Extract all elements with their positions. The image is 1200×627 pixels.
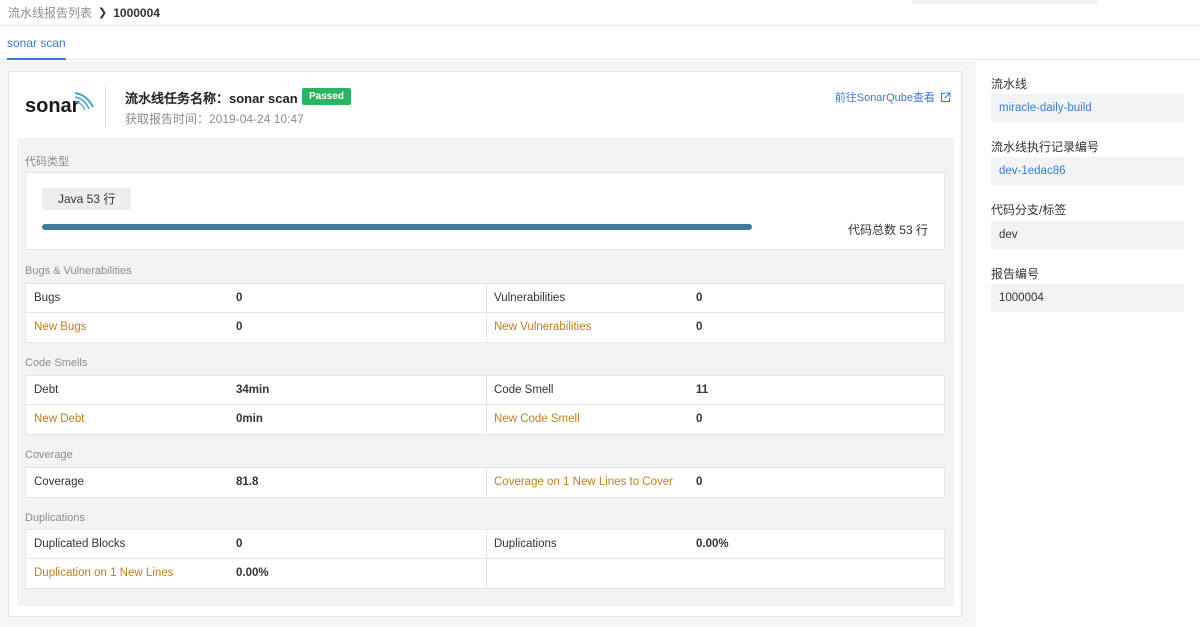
metric-value: 0 bbox=[696, 476, 703, 488]
fetch-time: 获取报告时间：2019-04-24 10:47 bbox=[125, 112, 304, 126]
record-link[interactable]: dev-1edac86 bbox=[991, 157, 1184, 185]
tab-bar: sonar scan bbox=[0, 26, 1200, 60]
section-label-languages: 代码类型 bbox=[25, 156, 69, 168]
metric-row: New Bugs 0 New Vulnerabilities 0 bbox=[26, 313, 944, 342]
metric-name: Duplicated Blocks bbox=[34, 538, 126, 550]
metric-row: Duplicated Blocks 0 Duplications 0.00% bbox=[26, 530, 944, 559]
metric-name: Vulnerabilities bbox=[494, 292, 566, 304]
metric-name: Coverage bbox=[34, 476, 84, 488]
sonar-logo: sonar bbox=[25, 92, 94, 117]
right-info-panel: 流水线 miracle-daily-build 流水线执行记录编号 dev-1e… bbox=[975, 61, 1200, 627]
metric-name: New Vulnerabilities bbox=[494, 321, 592, 333]
metric-value: 0.00% bbox=[696, 538, 729, 550]
metric-name: Duplication on 1 New Lines bbox=[34, 567, 174, 579]
metric-row: Coverage 81.8 Coverage on 1 New Lines to C… bbox=[26, 468, 944, 497]
column-divider bbox=[486, 468, 487, 497]
breadcrumb: 流水线报告列表 ❯ 1000004 bbox=[8, 4, 160, 21]
metric-name: Code Smell bbox=[494, 384, 554, 396]
pipeline-link[interactable]: miracle-daily-build bbox=[991, 94, 1184, 122]
report-card: sonar 流水线任务名称：sonar scan Passed 获取报告时间：2… bbox=[8, 71, 962, 617]
external-link-icon bbox=[940, 91, 951, 102]
metric-value: 0 bbox=[236, 538, 243, 550]
metric-row: Bugs 0 Vulnerabilities 0 bbox=[26, 284, 944, 313]
branch-value: dev bbox=[991, 221, 1184, 249]
metric-name: Coverage on 1 New Lines to Cover bbox=[494, 476, 673, 488]
metric-value: 81.8 bbox=[236, 476, 259, 488]
metric-value: 34min bbox=[236, 384, 270, 396]
metric-value: 0 bbox=[696, 292, 703, 304]
metric-row: New Debt 0min New Code Smell 0 bbox=[26, 405, 944, 434]
column-divider bbox=[486, 376, 487, 405]
column-divider bbox=[486, 313, 487, 342]
header-divider bbox=[105, 84, 106, 128]
metric-value: 0 bbox=[696, 321, 703, 333]
metric-value: 0 bbox=[236, 321, 243, 333]
coverage-table: Coverage 81.8 Coverage on 1 New Lines to C… bbox=[25, 467, 945, 498]
status-badge: Passed bbox=[302, 88, 352, 105]
total-lines: 代码总数 53 行 bbox=[847, 223, 928, 237]
metric-name: New Bugs bbox=[34, 321, 87, 333]
duplications-table: Duplicated Blocks 0 Duplications 0.00% Dupli… bbox=[25, 529, 945, 589]
metric-value: 0.00% bbox=[236, 567, 269, 579]
metric-name: Bugs bbox=[34, 292, 61, 304]
metric-value: 11 bbox=[696, 384, 709, 396]
record-label: 流水线执行记录编号 bbox=[991, 140, 1100, 154]
task-title: 流水线任务名称：sonar scan bbox=[125, 91, 298, 106]
metric-name: New Code Smell bbox=[494, 413, 580, 425]
tab-sonar-scan[interactable]: sonar scan bbox=[7, 36, 66, 60]
metric-name: Debt bbox=[34, 384, 59, 396]
chevron-right-icon: ❯ bbox=[98, 7, 108, 19]
breadcrumb-current: 1000004 bbox=[113, 5, 160, 20]
metric-value: 0min bbox=[236, 413, 263, 425]
sonar-logo-text: sonar bbox=[25, 95, 80, 117]
language-tag: Java 53 行 bbox=[42, 188, 132, 210]
column-divider bbox=[486, 284, 487, 313]
section-label-duplications: Duplications bbox=[25, 512, 85, 524]
metric-value: 0 bbox=[696, 413, 703, 425]
column-divider bbox=[486, 405, 487, 434]
report-body: 代码类型 Java 53 行 代码总数 53 行 Bugs & Vulnerab… bbox=[17, 138, 954, 606]
sonarqube-link[interactable]: 前往SonarQube查看 bbox=[835, 89, 951, 105]
report-value: 1000004 bbox=[991, 284, 1184, 312]
column-divider bbox=[486, 530, 487, 559]
section-label-smells: Code Smells bbox=[25, 357, 88, 369]
report-label: 报告编号 bbox=[991, 267, 1040, 281]
branch-label: 代码分支/标签 bbox=[991, 203, 1067, 217]
top-bar: 流水线报告列表 ❯ 1000004 bbox=[0, 0, 1200, 26]
breadcrumb-parent-link[interactable]: 流水线报告列表 bbox=[8, 4, 92, 21]
sonarqube-link-label: 前往SonarQube查看 bbox=[834, 92, 935, 104]
bugs-table: Bugs 0 Vulnerabilities 0 New Bugs 0 New Vulner… bbox=[25, 283, 945, 343]
metric-name: Duplications bbox=[494, 538, 557, 550]
top-right-placeholder bbox=[912, 0, 1098, 4]
section-label-bugs: Bugs & Vulnerabilities bbox=[25, 265, 132, 277]
metric-name: New Debt bbox=[34, 413, 85, 425]
section-label-coverage: Coverage bbox=[25, 449, 73, 461]
language-progress-bar bbox=[42, 224, 752, 230]
metric-row: Debt 34min Code Smell 11 bbox=[26, 376, 944, 405]
column-divider bbox=[486, 559, 487, 588]
smells-table: Debt 34min Code Smell 11 New Debt 0min New Cod… bbox=[25, 375, 945, 435]
metric-row: Duplication on 1 New Lines 0.00% bbox=[26, 559, 944, 588]
languages-panel: Java 53 行 代码总数 53 行 bbox=[25, 172, 945, 250]
metric-value: 0 bbox=[236, 292, 243, 304]
pipeline-label: 流水线 bbox=[991, 77, 1028, 91]
